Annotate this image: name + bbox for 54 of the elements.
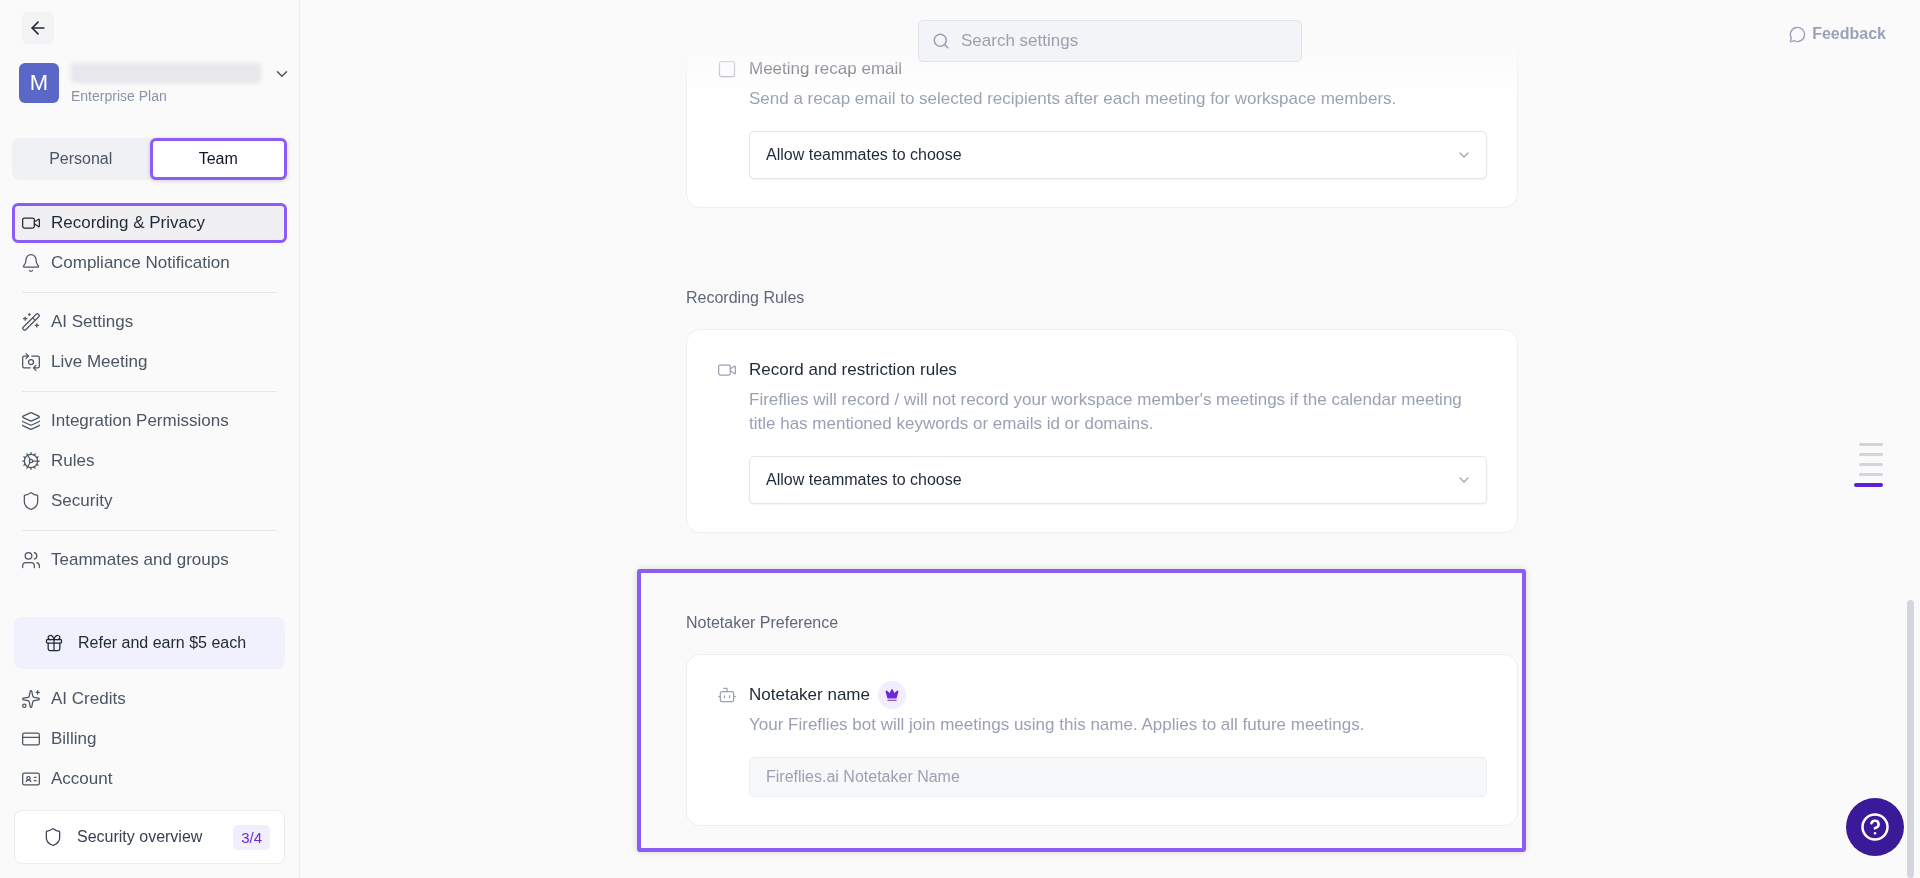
progress-count: 3/4 [233, 824, 270, 850]
magic-wand-icon [21, 312, 41, 332]
back-button[interactable] [22, 12, 54, 44]
setting-title: Meeting recap email [749, 59, 903, 79]
avatar: M [19, 63, 59, 103]
speech-bubble-icon [1789, 25, 1807, 43]
nav-item[interactable]: Account [12, 759, 287, 799]
search-icon [932, 32, 950, 50]
nav-item[interactable]: Rules [12, 441, 287, 481]
setting-description: Send a recap email to selected recipients after each meeting for workspace members. [749, 88, 1398, 110]
security-overview-button[interactable]: Security overview 3/4 [14, 810, 285, 864]
section-marker[interactable] [1859, 453, 1883, 456]
nav-item[interactable]: Integration Permissions [12, 401, 287, 441]
nav-item[interactable]: Live Meeting [12, 342, 287, 382]
section-marker[interactable] [1859, 443, 1883, 446]
section-heading: Recording Rules [686, 288, 806, 308]
shield-icon [21, 491, 41, 511]
nav-item[interactable]: Recording & Privacy [12, 203, 287, 243]
cog-icon [21, 451, 41, 471]
help-icon [1860, 812, 1890, 842]
setting-title: Record and restriction rules [749, 360, 957, 380]
tab[interactable]: Team [149, 138, 287, 180]
checkbox-icon [717, 59, 737, 79]
users-icon [21, 550, 41, 570]
scrollbar[interactable] [1907, 600, 1914, 878]
gift-icon [44, 633, 64, 653]
section-heading: Notetaker Preference [686, 613, 840, 633]
layers-icon [21, 411, 41, 431]
tab[interactable]: Personal [12, 138, 150, 180]
setting-title: Notetaker name [749, 685, 870, 705]
help-button[interactable] [1846, 798, 1904, 856]
camera-icon [21, 352, 41, 372]
plan-label: Enterprise Plan [71, 88, 168, 104]
bell-icon [21, 253, 41, 273]
section-marker[interactable] [1859, 463, 1883, 466]
crown-icon [884, 688, 899, 702]
sparkles-icon [21, 689, 41, 709]
search-field[interactable]: Search settings [918, 20, 1302, 62]
section-marker[interactable] [1854, 483, 1883, 487]
shield-icon [43, 827, 63, 847]
referral-button[interactable]: Refer and earn $5 each [14, 617, 285, 669]
nav-item[interactable]: AI Settings [12, 302, 287, 342]
setting-description: Your Fireflies bot will join meetings using this name. Applies to all future meetings. [749, 714, 1366, 736]
dropdown[interactable]: Allow teammates to choose [749, 131, 1487, 179]
robot-icon [717, 685, 737, 705]
nav-item[interactable]: Security [12, 481, 287, 521]
nav-item[interactable]: AI Credits [12, 679, 287, 719]
nav-item[interactable]: Billing [12, 719, 287, 759]
nav-item[interactable]: Teammates and groups [12, 540, 287, 580]
dropdown[interactable]: Allow teammates to choose [749, 456, 1487, 504]
section-marker[interactable] [1859, 473, 1883, 476]
input-field[interactable]: Fireflies.ai Notetaker Name [749, 757, 1487, 797]
nav-item[interactable]: Compliance Notification [12, 243, 287, 283]
setting-description: Fireflies will record / will not record your workspace member's meetings if the calendar meeting title has mentioned keywords or emails id or domains. [749, 389, 1463, 435]
